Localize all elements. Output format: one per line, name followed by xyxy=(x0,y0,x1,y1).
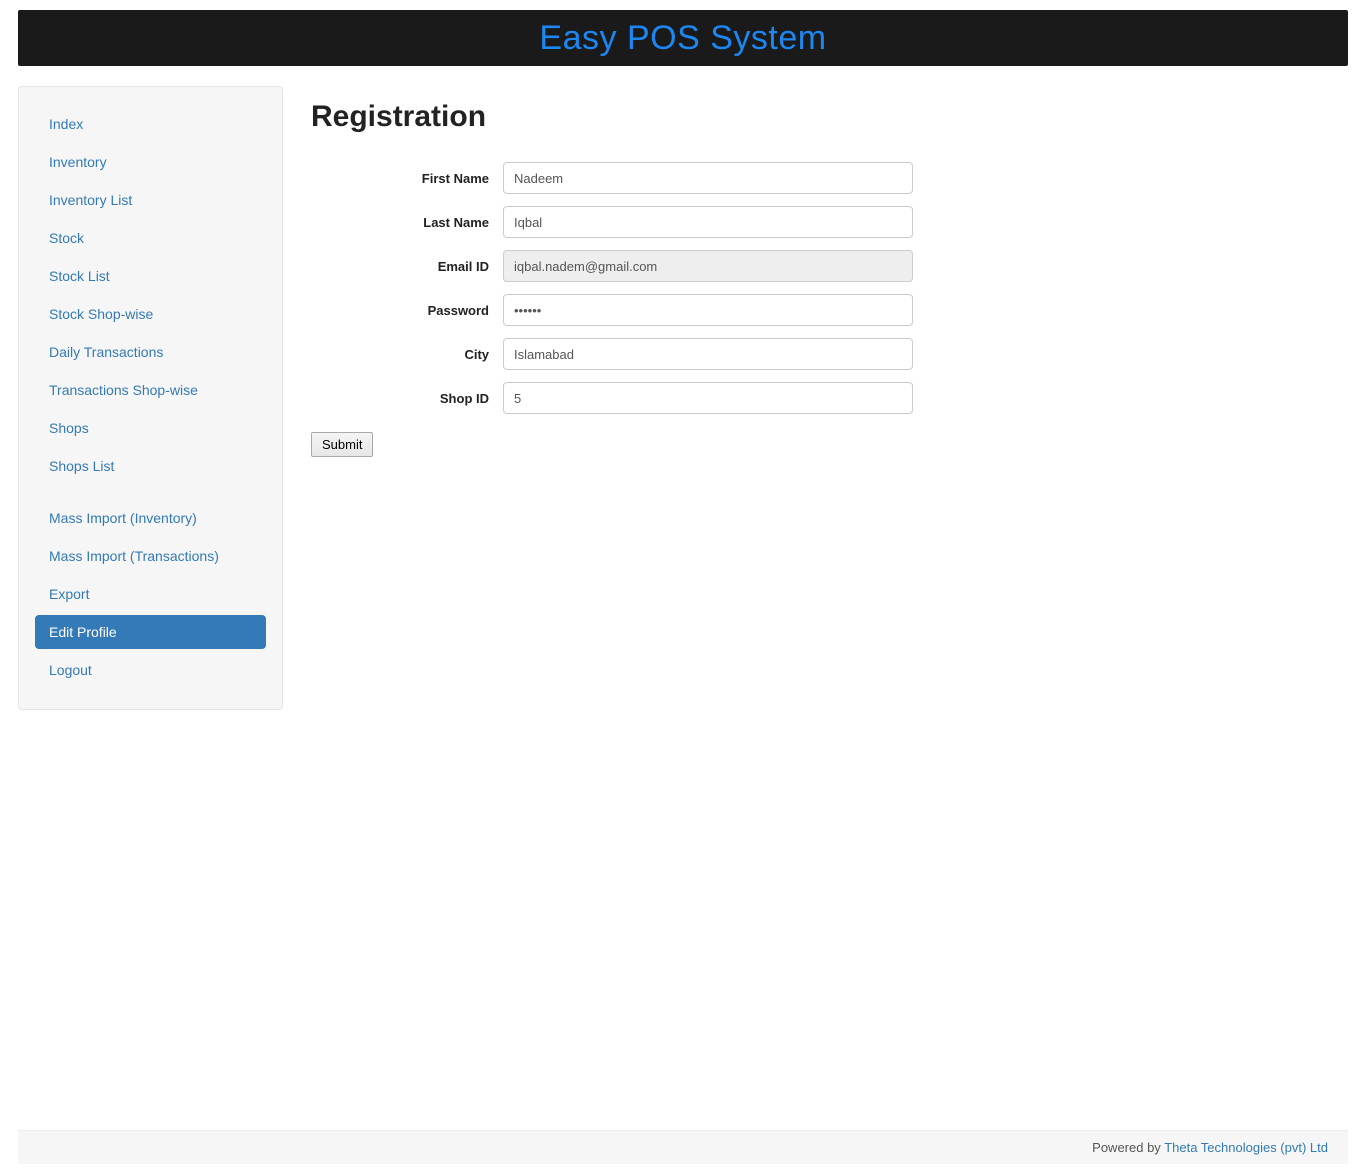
label-last-name: Last Name xyxy=(311,215,503,230)
input-password[interactable] xyxy=(503,294,913,326)
sidebar: Index Inventory Inventory List Stock Sto… xyxy=(18,86,283,710)
sidebar-item-inventory-list[interactable]: Inventory List xyxy=(35,183,266,217)
label-shop-id: Shop ID xyxy=(311,391,503,406)
sidebar-item-inventory[interactable]: Inventory xyxy=(35,145,266,179)
sidebar-item-mass-import-transactions[interactable]: Mass Import (Transactions) xyxy=(35,539,266,573)
sidebar-item-stock-shopwise[interactable]: Stock Shop-wise xyxy=(35,297,266,331)
input-shop-id[interactable] xyxy=(503,382,913,414)
footer-company-link[interactable]: Theta Technologies (pvt) Ltd xyxy=(1164,1140,1328,1155)
header-bar: Easy POS System xyxy=(18,10,1348,66)
input-email[interactable] xyxy=(503,250,913,282)
sidebar-item-transactions-shopwise[interactable]: Transactions Shop-wise xyxy=(35,373,266,407)
sidebar-item-mass-import-inventory[interactable]: Mass Import (Inventory) xyxy=(35,501,266,535)
sidebar-nav-secondary: Mass Import (Inventory) Mass Import (Tra… xyxy=(35,501,266,687)
sidebar-item-stock[interactable]: Stock xyxy=(35,221,266,255)
input-city[interactable] xyxy=(503,338,913,370)
sidebar-item-logout[interactable]: Logout xyxy=(35,653,266,687)
footer: Powered by Theta Technologies (pvt) Ltd xyxy=(18,1130,1348,1164)
input-first-name[interactable] xyxy=(503,162,913,194)
sidebar-item-shops[interactable]: Shops xyxy=(35,411,266,445)
label-first-name: First Name xyxy=(311,171,503,186)
label-city: City xyxy=(311,347,503,362)
main-content: Registration First Name Last Name Email … xyxy=(283,86,1348,457)
sidebar-item-index[interactable]: Index xyxy=(35,107,266,141)
footer-powered-by: Powered by xyxy=(1092,1140,1164,1155)
sidebar-nav-primary: Index Inventory Inventory List Stock Sto… xyxy=(35,107,266,483)
sidebar-item-export[interactable]: Export xyxy=(35,577,266,611)
sidebar-item-daily-transactions[interactable]: Daily Transactions xyxy=(35,335,266,369)
sidebar-item-stock-list[interactable]: Stock List xyxy=(35,259,266,293)
input-last-name[interactable] xyxy=(503,206,913,238)
submit-button[interactable]: Submit xyxy=(311,432,373,457)
sidebar-item-shops-list[interactable]: Shops List xyxy=(35,449,266,483)
sidebar-item-edit-profile[interactable]: Edit Profile xyxy=(35,615,266,649)
label-password: Password xyxy=(311,303,503,318)
app-title: Easy POS System xyxy=(539,19,826,58)
page-title: Registration xyxy=(311,100,1348,134)
label-email: Email ID xyxy=(311,259,503,274)
